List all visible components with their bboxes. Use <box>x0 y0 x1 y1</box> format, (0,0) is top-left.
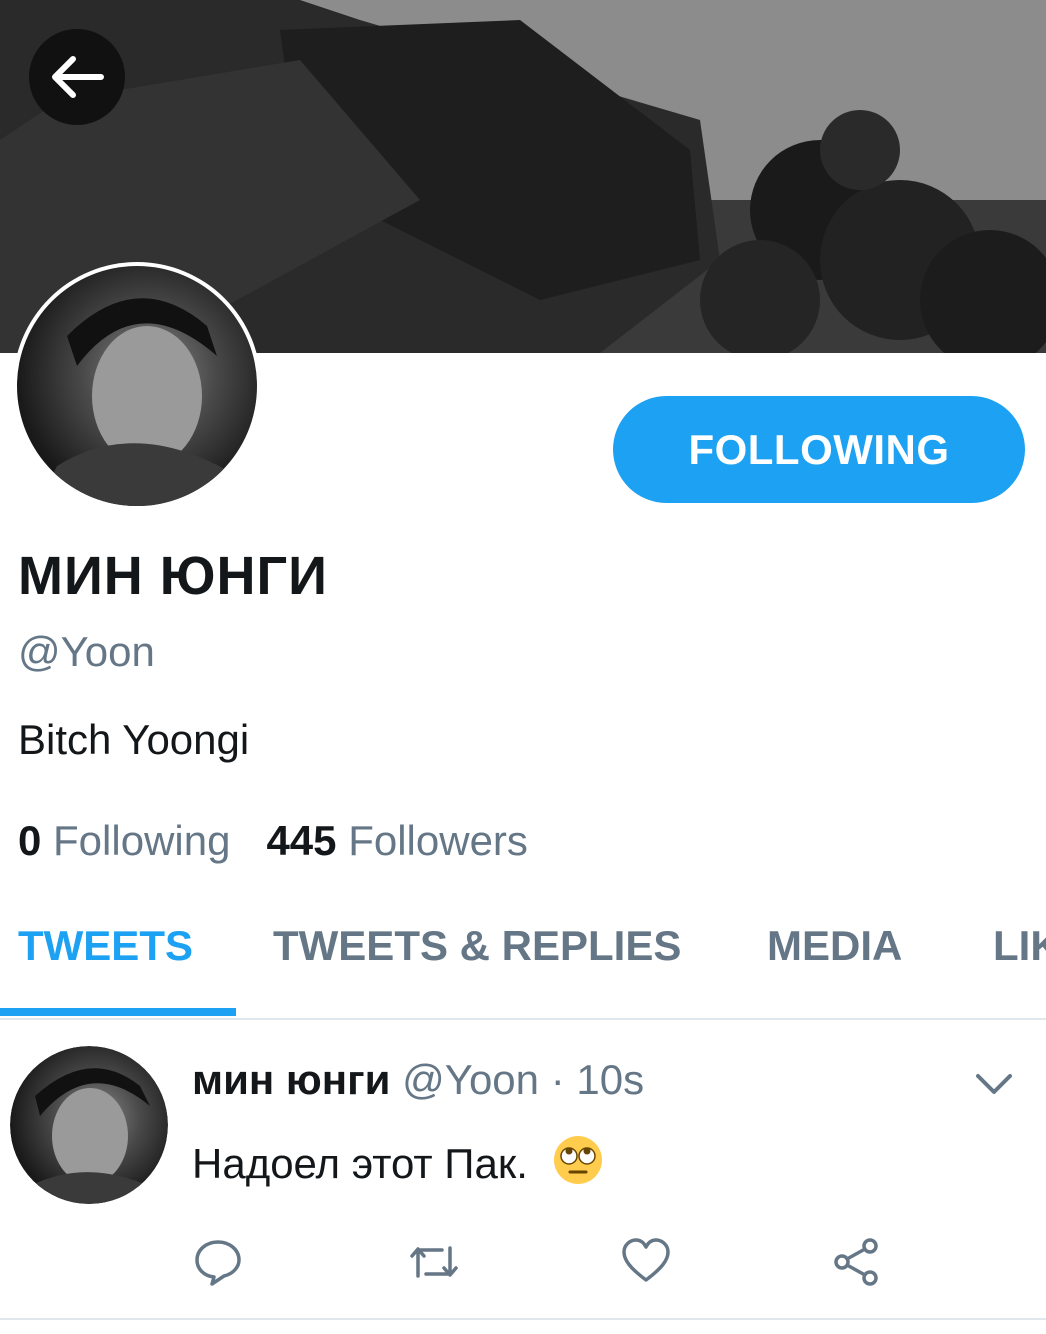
share-icon <box>834 1238 878 1286</box>
retweet-icon <box>410 1246 458 1278</box>
followers-stat[interactable]: 445 Followers <box>266 817 527 865</box>
following-count: 0 <box>18 817 42 864</box>
tweet-text: Надоел этот Пак. <box>192 1134 604 1188</box>
reply-button[interactable] <box>192 1236 244 1288</box>
followers-count: 445 <box>266 817 337 864</box>
tweet-time: 10s <box>576 1056 645 1103</box>
face-with-rolling-eyes-icon <box>553 1136 602 1184</box>
profile-handle: @Yoon <box>18 628 155 675</box>
like-button[interactable] <box>620 1236 672 1288</box>
share-button[interactable] <box>830 1236 882 1288</box>
tweet-avatar[interactable] <box>10 1046 168 1204</box>
tweet-body: Надоел этот Пак. <box>192 1140 528 1187</box>
chevron-down-icon <box>976 1074 1012 1094</box>
followers-label: Followers <box>348 817 528 864</box>
tab-likes[interactable]: LIKES <box>993 922 1046 970</box>
profile-stats: 0 Following 445 Followers <box>18 817 528 865</box>
reply-icon <box>195 1240 241 1286</box>
tab-tweets-replies[interactable]: TWEETS & REPLIES <box>273 922 681 970</box>
retweet-button[interactable] <box>406 1236 458 1288</box>
display-name: МИН ЮНГИ <box>18 546 328 606</box>
divider <box>0 1318 1046 1320</box>
tweet-author-handle: @Yoon <box>402 1056 540 1103</box>
profile-avatar[interactable] <box>13 262 261 510</box>
following-button[interactable]: FOLLOWING <box>613 396 1025 503</box>
following-label: Following <box>53 817 231 864</box>
avatar-image <box>10 1046 168 1204</box>
tab-media[interactable]: MEDIA <box>767 922 902 970</box>
heart-icon <box>622 1238 670 1282</box>
tweet-menu-button[interactable] <box>972 1062 1016 1111</box>
profile-tabs: TWEETS TWEETS & REPLIES MEDIA LIKES <box>0 900 1046 1020</box>
tweet-author-name[interactable]: мин юнги <box>192 1056 390 1103</box>
tweet-header: мин юнги @Yoon · 10s <box>192 1056 644 1104</box>
profile-bio: Bitch Yoongi <box>18 716 250 763</box>
active-tab-indicator <box>0 1008 236 1016</box>
back-button[interactable] <box>29 29 125 125</box>
tab-tweets[interactable]: TWEETS <box>18 922 193 970</box>
avatar-image <box>17 266 257 506</box>
tweet-separator: · <box>550 1056 565 1103</box>
arrow-left-icon <box>52 56 104 98</box>
following-stat[interactable]: 0 Following <box>18 817 230 865</box>
